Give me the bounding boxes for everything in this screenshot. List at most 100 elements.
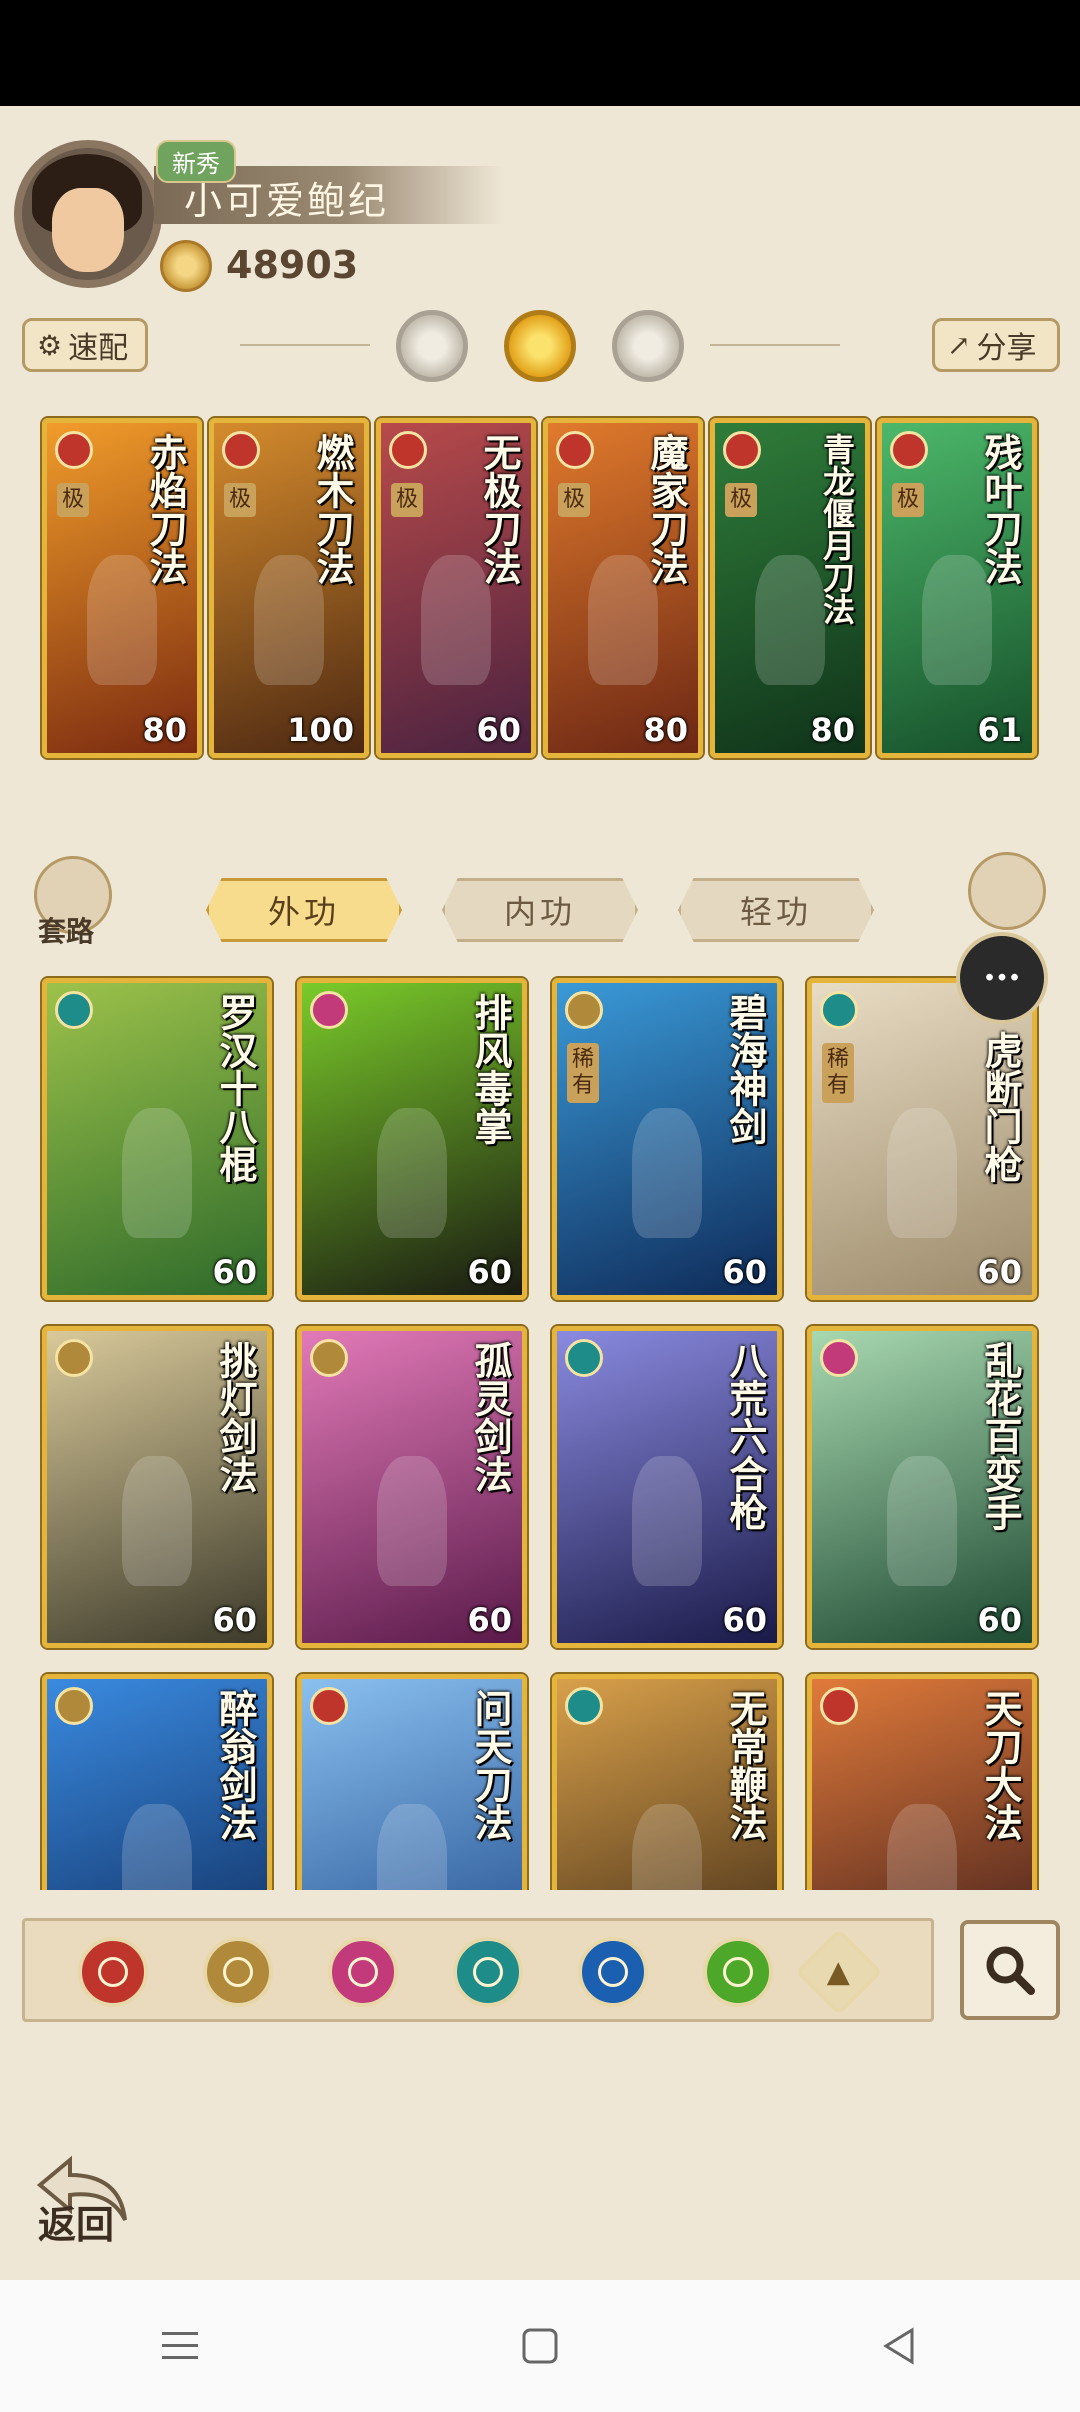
character-art: [887, 1455, 957, 1586]
character-art: [122, 1107, 192, 1238]
gear-icon: ⚙: [37, 328, 63, 362]
tab-external[interactable]: 外功: [206, 878, 402, 942]
equipped-skills-row: 极 赤焰刀法 80 极 燃木刀法 100 极 无极刀法 60 极 魔家刀法 80 极 青龙偃月刀法 80 极 残…: [42, 418, 1038, 762]
share-icon: ↗: [947, 328, 971, 362]
character-art: [632, 1455, 702, 1586]
school-filter-button[interactable]: [328, 1937, 398, 2007]
character-art: [632, 1803, 702, 1890]
skill-name: 无常鞭法: [723, 1689, 768, 1841]
skill-name: 无极刀法: [477, 433, 522, 585]
triangle-back-icon: [883, 2327, 914, 2365]
skill-card[interactable]: 稀有 一虎断门枪 60: [807, 978, 1037, 1300]
skill-name: 天刀大法: [978, 1689, 1023, 1841]
school-icon: [890, 431, 928, 469]
skill-level: 60: [476, 711, 521, 749]
equipped-skill-card[interactable]: 极 残叶刀法 61: [877, 418, 1037, 758]
status-bar: [0, 0, 1080, 106]
school-filter-button[interactable]: [453, 1937, 523, 2007]
moon-phase-left-button[interactable]: [396, 310, 468, 382]
school-icon: [222, 431, 260, 469]
leaf-school-icon: [723, 1957, 753, 1987]
skill-card[interactable]: 问天刀法: [297, 1674, 527, 1890]
skill-level: 80: [643, 711, 688, 749]
skill-card[interactable]: 无常鞭法: [552, 1674, 782, 1890]
character-art: [377, 1107, 447, 1238]
share-button[interactable]: ↗ 分享: [932, 318, 1060, 372]
skill-name: 八荒六合枪: [723, 1341, 768, 1531]
taiji-school-icon: [598, 1957, 628, 1987]
character-art: [887, 1107, 957, 1238]
equipped-skill-card[interactable]: 极 魔家刀法 80: [543, 418, 703, 758]
rank-badge: 新秀: [156, 140, 236, 183]
routine-label: 套路: [38, 915, 95, 948]
character-art: [887, 1803, 957, 1890]
manual-button[interactable]: [968, 852, 1046, 930]
skill-name: 碧海神剑: [723, 993, 768, 1145]
skill-level: 60: [467, 1601, 512, 1639]
menu-icon: [162, 2332, 198, 2359]
equipped-skill-card[interactable]: 极 赤焰刀法 80: [42, 418, 202, 758]
school-icon: [310, 1339, 348, 1377]
chat-button[interactable]: ···: [956, 932, 1048, 1024]
skill-card[interactable]: 八荒六合枪 60: [552, 1326, 782, 1648]
school-icon: [820, 1687, 858, 1725]
skill-card[interactable]: 乱花百变手 60: [807, 1326, 1037, 1648]
school-icon: [55, 1339, 93, 1377]
sword-school-icon: [223, 1957, 253, 1987]
school-filter-button[interactable]: [703, 1937, 773, 2007]
skill-name: 魔家刀法: [644, 433, 689, 585]
equipped-skill-card[interactable]: 极 燃木刀法 100: [209, 418, 369, 758]
grade-badge: 极: [725, 483, 757, 517]
skill-name: 青龙偃月刀法: [818, 433, 856, 625]
skill-name: 排风毒掌: [468, 993, 513, 1145]
player-avatar[interactable]: [14, 140, 162, 288]
skill-card[interactable]: 罗汉十八棍 60: [42, 978, 272, 1300]
equipped-skill-card[interactable]: 极 无极刀法 60: [376, 418, 536, 758]
search-icon: [986, 1946, 1035, 1995]
tab-internal[interactable]: 内功: [442, 878, 638, 942]
school-icon: [820, 1339, 858, 1377]
equipped-skill-card[interactable]: 极 青龙偃月刀法 80: [710, 418, 870, 758]
skill-card[interactable]: 醉翁剑法: [42, 1674, 272, 1890]
skill-name: 挑灯剑法: [213, 1341, 258, 1493]
sun-phase-button[interactable]: [504, 310, 576, 382]
skill-name: 赤焰刀法: [143, 433, 188, 585]
skill-level: 61: [977, 711, 1022, 749]
grade-badge: 极: [224, 483, 256, 517]
skill-card[interactable]: 天刀大法: [807, 1674, 1037, 1890]
skill-level: 80: [142, 711, 187, 749]
skill-card[interactable]: 稀有 碧海神剑 60: [552, 978, 782, 1300]
divider-left: [240, 344, 370, 346]
grade-badge: 极: [57, 483, 89, 517]
skill-card[interactable]: 孤灵剑法 60: [297, 1326, 527, 1648]
school-filter-button[interactable]: [78, 1937, 148, 2007]
skill-level: 100: [287, 711, 354, 749]
character-art: [377, 1455, 447, 1586]
skill-name: 问天刀法: [468, 1689, 513, 1841]
system-back-button[interactable]: [870, 2316, 930, 2376]
moon-phase-right-button[interactable]: [612, 310, 684, 382]
chat-bubble-icon: ···: [983, 957, 1021, 999]
school-icon: [565, 1687, 603, 1725]
skill-name: 罗汉十八棍: [213, 993, 258, 1183]
skill-level: 60: [722, 1601, 767, 1639]
quick-config-button[interactable]: ⚙ 速配: [22, 318, 148, 372]
skill-card[interactable]: 排风毒掌 60: [297, 978, 527, 1300]
share-label: 分享: [976, 331, 1037, 366]
recent-apps-button[interactable]: [150, 2316, 210, 2376]
skill-level: 60: [212, 1253, 257, 1291]
back-button-label[interactable]: 返回: [38, 2194, 114, 2249]
skill-name: 孤灵剑法: [468, 1341, 513, 1493]
school-filter-button[interactable]: [578, 1937, 648, 2007]
skill-card[interactable]: 挑灯剑法 60: [42, 1326, 272, 1648]
school-filter-button[interactable]: [203, 1937, 273, 2007]
tab-lightness[interactable]: 轻功: [678, 878, 874, 942]
fist-school-icon: [348, 1957, 378, 1987]
quick-config-label: 速配: [68, 331, 129, 366]
home-button[interactable]: [510, 2316, 570, 2376]
divider-right: [710, 344, 840, 346]
school-icon: [310, 991, 348, 1029]
skill-level: 60: [212, 1601, 257, 1639]
school-icon: [565, 991, 603, 1029]
search-button[interactable]: [960, 1920, 1060, 2020]
